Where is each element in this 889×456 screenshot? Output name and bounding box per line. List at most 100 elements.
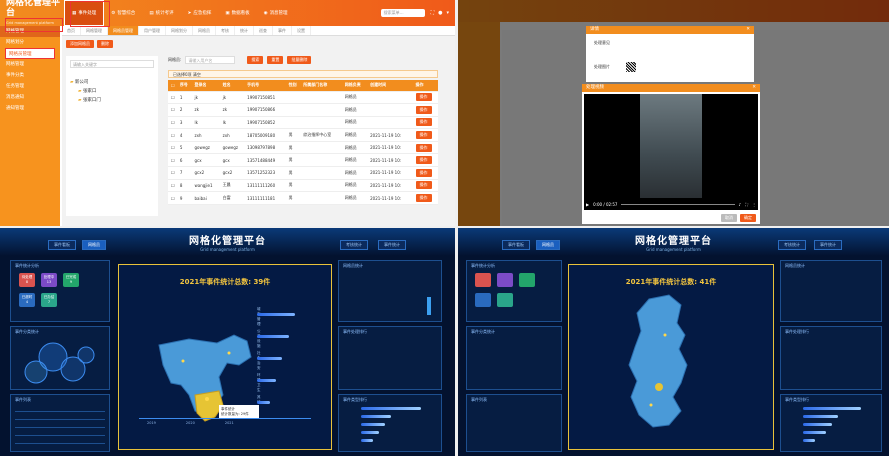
tab-user[interactable]: 用户管理	[139, 26, 166, 35]
tile-processing[interactable]	[497, 273, 513, 287]
close-icon[interactable]: ✕	[746, 26, 750, 34]
table-row[interactable]: ☐ 5 gowegz gowegz 13098797898 男网格员 2021-11-19 …	[168, 141, 438, 155]
row-checkbox[interactable]: ☐	[168, 191, 177, 205]
reset-button[interactable]: 重置	[267, 56, 284, 64]
row-action-button[interactable]: 操作	[415, 194, 432, 203]
fullscreen-icon[interactable]: ⛶	[745, 202, 748, 207]
batch-delete-button[interactable]: 批量删除	[287, 56, 312, 64]
ok-button[interactable]: 确定	[740, 214, 756, 222]
avatar[interactable]: ●	[438, 10, 442, 16]
row-action-button[interactable]: 操作	[415, 131, 432, 140]
tree-search-input[interactable]: 请输入关键字	[70, 60, 154, 68]
tab-division[interactable]: 网格划分	[166, 26, 193, 35]
tile-pending[interactable]: 待处理 8	[19, 273, 35, 287]
tab-patrol[interactable]: 巡查	[254, 26, 273, 35]
row-action-button[interactable]: 操作	[415, 168, 432, 177]
tile-overdue[interactable]	[475, 293, 491, 307]
nav-emergency[interactable]: ➤ 应急指挥	[181, 0, 219, 26]
list-item[interactable]	[15, 411, 105, 412]
row-action-button[interactable]: 操作	[415, 118, 432, 127]
tab-stat[interactable]: 统计	[235, 26, 254, 35]
add-grid-user-button[interactable]: 添加网格员	[66, 40, 94, 48]
row-checkbox[interactable]: ☐	[168, 153, 177, 168]
row-action-button[interactable]: 操作	[415, 143, 432, 152]
tab-grid-staff[interactable]: 网格员	[193, 26, 216, 35]
table-row[interactable]: ☐ 2 zk zk 19907150866 网格员 操作	[168, 103, 438, 117]
tab-home[interactable]: 首页	[62, 26, 81, 35]
table-row[interactable]: ☐ 8 wangjie1 王晨 13111111260 男 网格员 2021-11-19 10…	[168, 179, 438, 193]
row-action-button[interactable]: 操作	[415, 93, 432, 102]
sidebar-item-event-category[interactable]: 事件分类	[0, 70, 60, 81]
tab-event[interactable]: 事件	[273, 26, 292, 35]
tile-closed[interactable]: 已办结 7	[41, 293, 57, 307]
table-row[interactable]: ☐ 4 zxh zxh 18705009180 男综治指挥中心室 网格员 2021-11-19…	[168, 128, 438, 142]
row-checkbox[interactable]: ☐	[168, 116, 177, 130]
list-item[interactable]	[15, 419, 105, 420]
list-item[interactable]	[15, 427, 105, 428]
table-row[interactable]: ☐ 7 gcx2 gcx2 13571252323 男网格员 2021-11-19 10: 操…	[168, 166, 438, 180]
username-filter-input[interactable]: 请输入用户名	[185, 56, 236, 64]
user-menu-icon[interactable]: ▾	[446, 10, 449, 16]
table-row[interactable]: ☐ 9 baibai 白富 13111111181 男 网格员 2021-11-19 10: 操…	[168, 191, 438, 205]
row-checkbox[interactable]: ☐	[168, 179, 177, 193]
nav-dashboard[interactable]: ▣ 数据看板	[218, 0, 256, 26]
tile-closed[interactable]	[497, 293, 513, 307]
tab-event-board[interactable]: 事件看板	[502, 240, 530, 250]
tab-assess[interactable]: 考核	[216, 26, 235, 35]
row-checkbox[interactable]: ☐	[168, 128, 177, 142]
tree-node[interactable]: ▰ 张家口	[70, 87, 154, 96]
tab-assess[interactable]: 考核统计	[778, 240, 806, 250]
play-icon[interactable]: ▶	[586, 202, 589, 207]
year-label[interactable]: 2020	[186, 421, 195, 425]
tab-event-board[interactable]: 事件看板	[48, 240, 76, 250]
cancel-button[interactable]: 取消	[721, 214, 737, 222]
row-checkbox[interactable]: ☐	[168, 141, 177, 155]
list-item[interactable]	[15, 435, 105, 436]
sidebar-item-notice[interactable]: 通知管理	[0, 103, 60, 114]
nav-messages[interactable]: ◉ 消息管理	[257, 0, 295, 26]
row-action-button[interactable]: 操作	[415, 156, 432, 165]
volume-icon[interactable]: ♪	[739, 202, 742, 207]
tile-processing[interactable]: 处理中 13	[41, 273, 57, 287]
tile-pending[interactable]	[475, 273, 491, 287]
row-checkbox[interactable]: ☐	[168, 103, 177, 117]
tab-setting[interactable]: 设置	[292, 26, 311, 35]
sidebar-item-grid-division[interactable]: 网格划分	[0, 37, 60, 48]
tab-assess[interactable]: 考核统计	[340, 240, 368, 250]
row-checkbox[interactable]: ☐	[168, 166, 177, 180]
table-row[interactable]: ☐ 3 lk lk 19907150852 网格员 操作	[168, 116, 438, 130]
table-row[interactable]: ☐ 6 gcx gcx 13571488449 男网格员 2021-11-19 10: 操作	[168, 153, 438, 168]
menu-search-input[interactable]: 搜索菜单…	[380, 9, 425, 17]
tab-event-stat[interactable]: 事件统计	[378, 240, 406, 250]
tab-grid-staff[interactable]: 网格员	[536, 240, 560, 250]
close-icon[interactable]: ✕	[752, 84, 756, 92]
tile-overdue[interactable]: 已超时 4	[19, 293, 35, 307]
sidebar-item-notify[interactable]: 消息通知	[0, 92, 60, 103]
timeline-track[interactable]	[139, 418, 311, 419]
tree-node[interactable]: ▰ 新公司	[70, 78, 154, 87]
delete-button[interactable]: 删除	[97, 40, 113, 48]
row-action-button[interactable]: 操作	[415, 181, 432, 190]
tab-grid-staff[interactable]: 网格员	[82, 240, 106, 250]
tab-grid[interactable]: 网格管理	[81, 26, 108, 35]
tree-node[interactable]: ▰ 张家口门	[70, 96, 154, 105]
sidebar-item-task[interactable]: 任务管理	[0, 81, 60, 92]
region-map[interactable]	[569, 265, 775, 451]
video-player[interactable]: ▶ 0:00 / 02:57 ♪ ⛶ ⋮	[584, 94, 758, 210]
list-item[interactable]	[15, 443, 105, 444]
search-button[interactable]: 搜索	[247, 56, 264, 64]
select-all-checkbox[interactable]: ☐	[168, 80, 177, 92]
tab-grid-user[interactable]: 网格员管理	[108, 26, 139, 35]
tile-done[interactable]: 已完成 9	[63, 273, 79, 287]
sidebar-item-grid-manage[interactable]: 网格管理	[0, 59, 60, 70]
nav-stats[interactable]: ▤ 统计考评	[142, 0, 180, 26]
row-action-button[interactable]: 操作	[415, 105, 432, 114]
sidebar-item-grid-user[interactable]: 网格员管理	[5, 48, 55, 59]
table-row[interactable]: ☐ 1 jk jk 19907150851 网格员 操作	[168, 91, 438, 105]
row-checkbox[interactable]: ☐	[168, 91, 177, 105]
fullscreen-icon[interactable]: ⛶	[431, 10, 435, 16]
more-icon[interactable]: ⋮	[752, 202, 756, 207]
tab-event-stat[interactable]: 事件统计	[814, 240, 842, 250]
year-label[interactable]: 2019	[147, 421, 156, 425]
tile-done[interactable]	[519, 273, 535, 287]
